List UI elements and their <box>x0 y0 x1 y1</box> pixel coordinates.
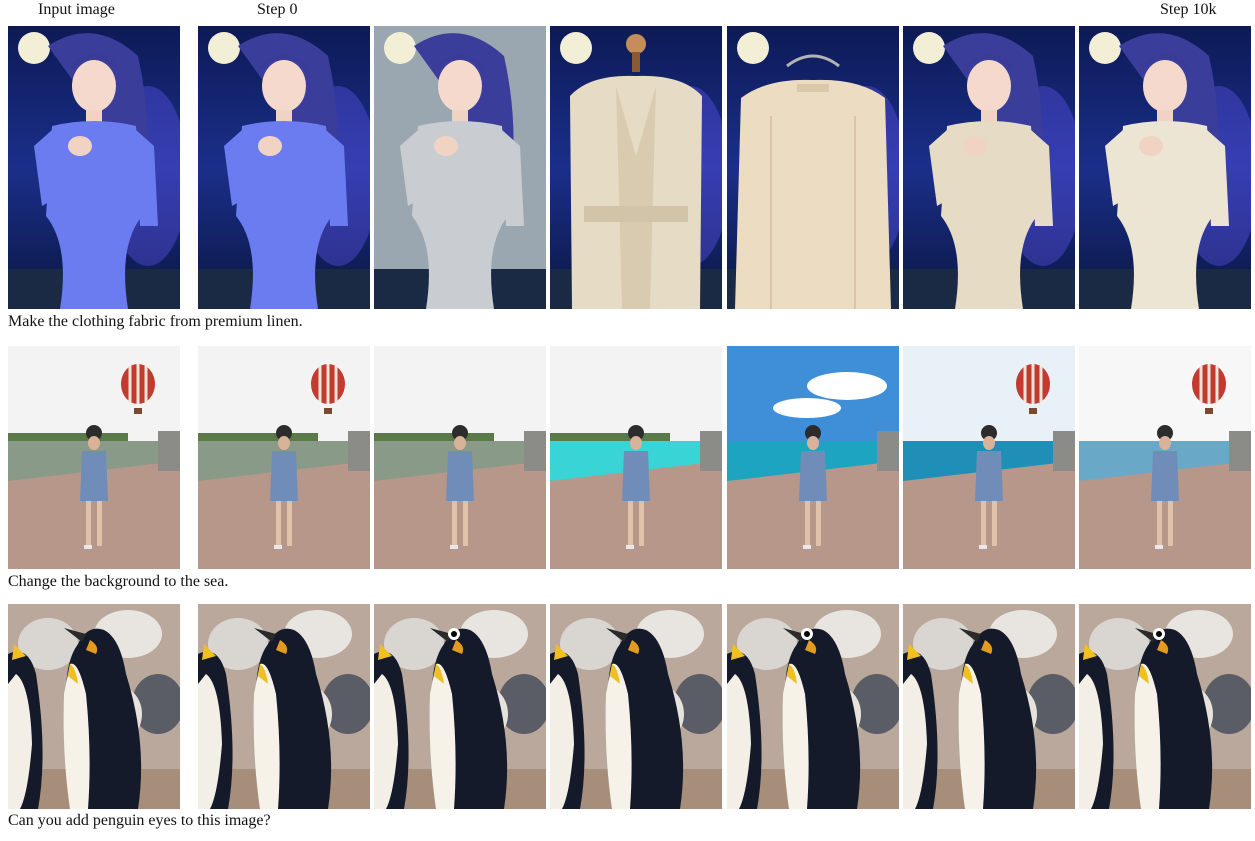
example-row-penguin: Can you add penguin eyes to this image? <box>0 604 1255 841</box>
result-image <box>727 26 899 309</box>
result-image <box>550 604 722 809</box>
example-row-sea: Change the background to the sea. <box>0 346 1255 596</box>
result-image <box>550 26 722 309</box>
result-image <box>727 604 899 809</box>
result-image <box>550 346 722 569</box>
result-image <box>903 604 1075 809</box>
row-caption: Make the clothing fabric from premium li… <box>8 313 303 330</box>
column-header-input: Input image <box>38 1 115 18</box>
row-caption: Can you add penguin eyes to this image? <box>8 812 271 829</box>
result-image <box>1079 26 1251 309</box>
result-image <box>198 346 370 569</box>
result-image <box>903 26 1075 309</box>
result-image <box>374 26 546 309</box>
column-header-step0: Step 0 <box>257 1 298 18</box>
column-header-step10k: Step 10k <box>1160 1 1217 18</box>
result-image <box>1079 346 1251 569</box>
result-image <box>374 346 546 569</box>
result-image <box>198 26 370 309</box>
row-caption: Change the background to the sea. <box>8 573 229 590</box>
result-image <box>1079 604 1251 809</box>
result-image <box>198 604 370 809</box>
result-image <box>8 346 180 569</box>
result-image <box>8 26 180 309</box>
example-row-linen: Make the clothing fabric from premium li… <box>0 26 1255 336</box>
result-image <box>903 346 1075 569</box>
result-image <box>727 346 899 569</box>
result-image <box>374 604 546 809</box>
result-image <box>8 604 180 809</box>
